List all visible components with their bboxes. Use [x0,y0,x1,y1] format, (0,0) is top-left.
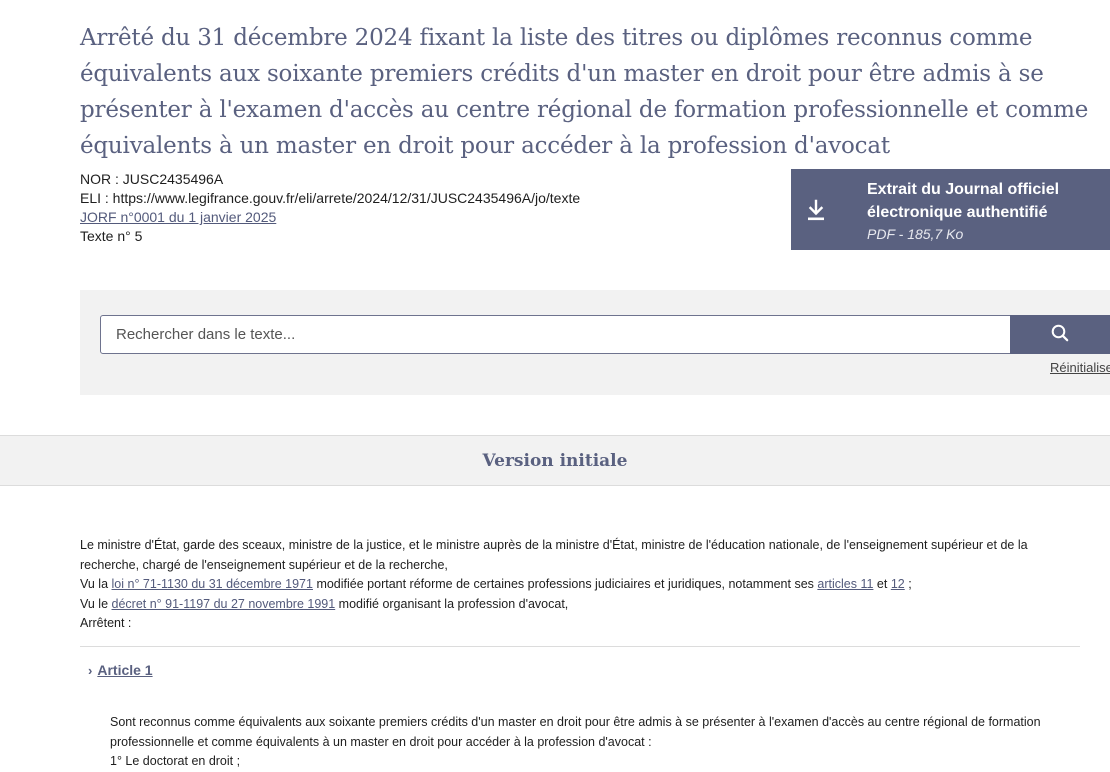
arretent: Arrêtent : [80,616,132,630]
pdf-size: PDF - 185,7 Ko [867,226,964,242]
page-title: Arrêté du 31 décembre 2024 fixant la lis… [80,25,1089,159]
text-metadata: NOR : JUSC2435496A ELI : https://www.leg… [80,170,580,246]
vu-text: modifiée portant réforme de certaines pr… [312,577,818,591]
vu-and: et [873,577,891,591]
search-panel: Réinitialiser [80,290,1110,395]
texte-number: Texte n° 5 [80,228,143,244]
article-1-body: Sont reconnus comme équivalents aux soix… [110,713,1070,772]
reset-link[interactable]: Réinitialiser [1050,360,1110,375]
search-button[interactable] [1010,315,1110,354]
article-1-link[interactable]: Article 1 [97,662,152,678]
preamble: Le ministre d'État, garde des sceaux, mi… [80,536,1080,634]
article-12-link[interactable]: 12 [891,577,905,591]
vu-paragraph-2: Vu le décret n° 91-1197 du 27 novembre 1… [80,595,1080,615]
nor-reference: NOR : JUSC2435496A [80,171,224,187]
version-bar: Version initiale [0,435,1110,486]
vu-end: ; [904,577,912,591]
search-input[interactable] [100,315,1011,354]
jorf-link[interactable]: JORF n°0001 du 1 janvier 2025 [80,209,276,225]
article-11-link[interactable]: articles 11 [817,577,873,591]
article-1-heading[interactable]: › Article 1 [88,662,153,678]
chevron-right-icon: › [88,662,93,678]
pdf-title-line2: électronique authentifié [867,204,1048,221]
article-1-item-1: 1° Le doctorat en droit ; [110,754,241,768]
article-1-paragraph: Sont reconnus comme équivalents aux soix… [110,715,1041,749]
pdf-title-line1: Extrait du Journal officiel [867,181,1060,198]
decret-link[interactable]: décret n° 91-1197 du 27 novembre 1991 [112,597,336,611]
vu-end: modifié organisant la profession d'avoca… [335,596,569,611]
minister-paragraph: Le ministre d'État, garde des sceaux, mi… [80,538,1028,572]
pdf-download-button[interactable]: Extrait du Journal officiel électronique… [791,169,1110,250]
vu-prefix: Vu le [80,596,112,611]
vu-prefix: Vu la [80,577,112,591]
loi-link[interactable]: loi n° 71-1130 du 31 décembre 1971 [112,577,313,591]
download-icon [791,169,841,250]
eli-reference: ELI : https://www.legifrance.gouv.fr/eli… [80,190,581,206]
vu-paragraph-1: Vu la loi n° 71-1130 du 31 décembre 1971… [80,575,1080,595]
section-divider [80,646,1080,647]
version-label: Version initiale [482,450,628,471]
search-icon [1051,324,1069,345]
